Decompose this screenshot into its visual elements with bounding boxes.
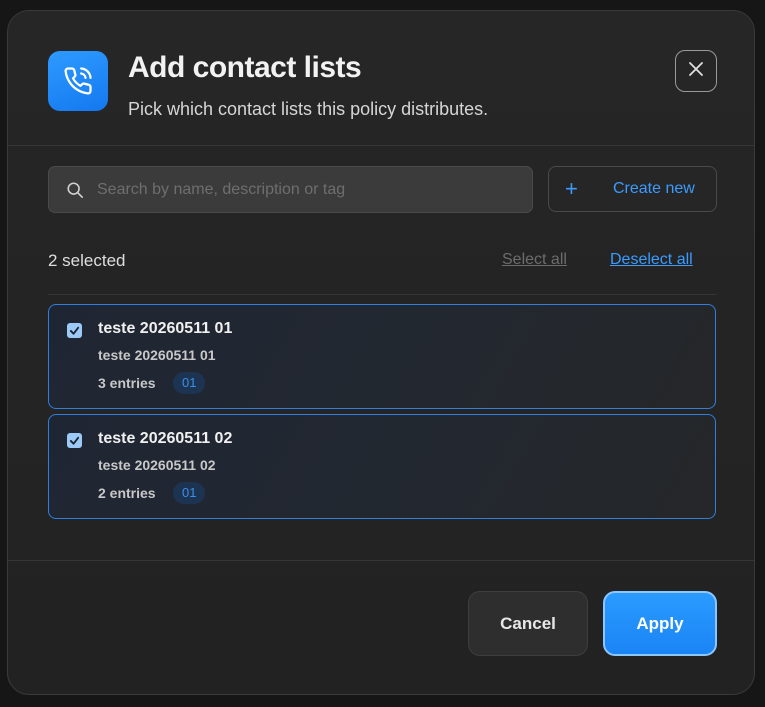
create-new-label: Create new: [613, 180, 695, 197]
selected-count: 2 selected: [48, 251, 126, 270]
close-icon: [687, 60, 705, 83]
list-entries: 3 entries: [98, 375, 156, 391]
list-tag: 01: [173, 482, 206, 504]
deselect-all-link[interactable]: Deselect all: [610, 251, 693, 269]
apply-button[interactable]: Apply: [603, 591, 717, 656]
list-name: teste 20260511 02: [98, 430, 233, 447]
list-entries: 2 entries: [98, 485, 156, 501]
plus-icon: +: [565, 176, 578, 201]
close-button[interactable]: [675, 50, 717, 92]
list-description: teste 20260511 01: [98, 347, 216, 363]
search-input[interactable]: [95, 179, 532, 200]
list-item[interactable]: teste 20260511 02 teste 20260511 02 2 en…: [48, 414, 716, 519]
search-field[interactable]: [48, 166, 533, 213]
list-description: teste 20260511 02: [98, 457, 216, 473]
list-name: teste 20260511 01: [98, 320, 233, 337]
list-item[interactable]: teste 20260511 01 teste 20260511 01 3 en…: [48, 304, 716, 409]
checkbox-checked[interactable]: [67, 323, 82, 338]
cancel-button[interactable]: Cancel: [468, 591, 588, 656]
dialog-header: Add contact lists Pick which contact lis…: [8, 11, 754, 146]
add-contact-lists-dialog: Add contact lists Pick which contact lis…: [7, 10, 755, 695]
create-new-button[interactable]: + Create new: [548, 166, 717, 212]
dialog-title: Add contact lists: [128, 51, 362, 84]
footer-divider: [8, 560, 754, 561]
list-tag: 01: [173, 372, 206, 394]
dialog-subtitle: Pick which contact lists this policy dis…: [128, 99, 489, 119]
phone-call-icon: [48, 51, 108, 111]
search-icon: [65, 180, 85, 200]
select-all-link[interactable]: Select all: [502, 251, 567, 269]
checkbox-checked[interactable]: [67, 433, 82, 448]
divider: [48, 294, 716, 295]
